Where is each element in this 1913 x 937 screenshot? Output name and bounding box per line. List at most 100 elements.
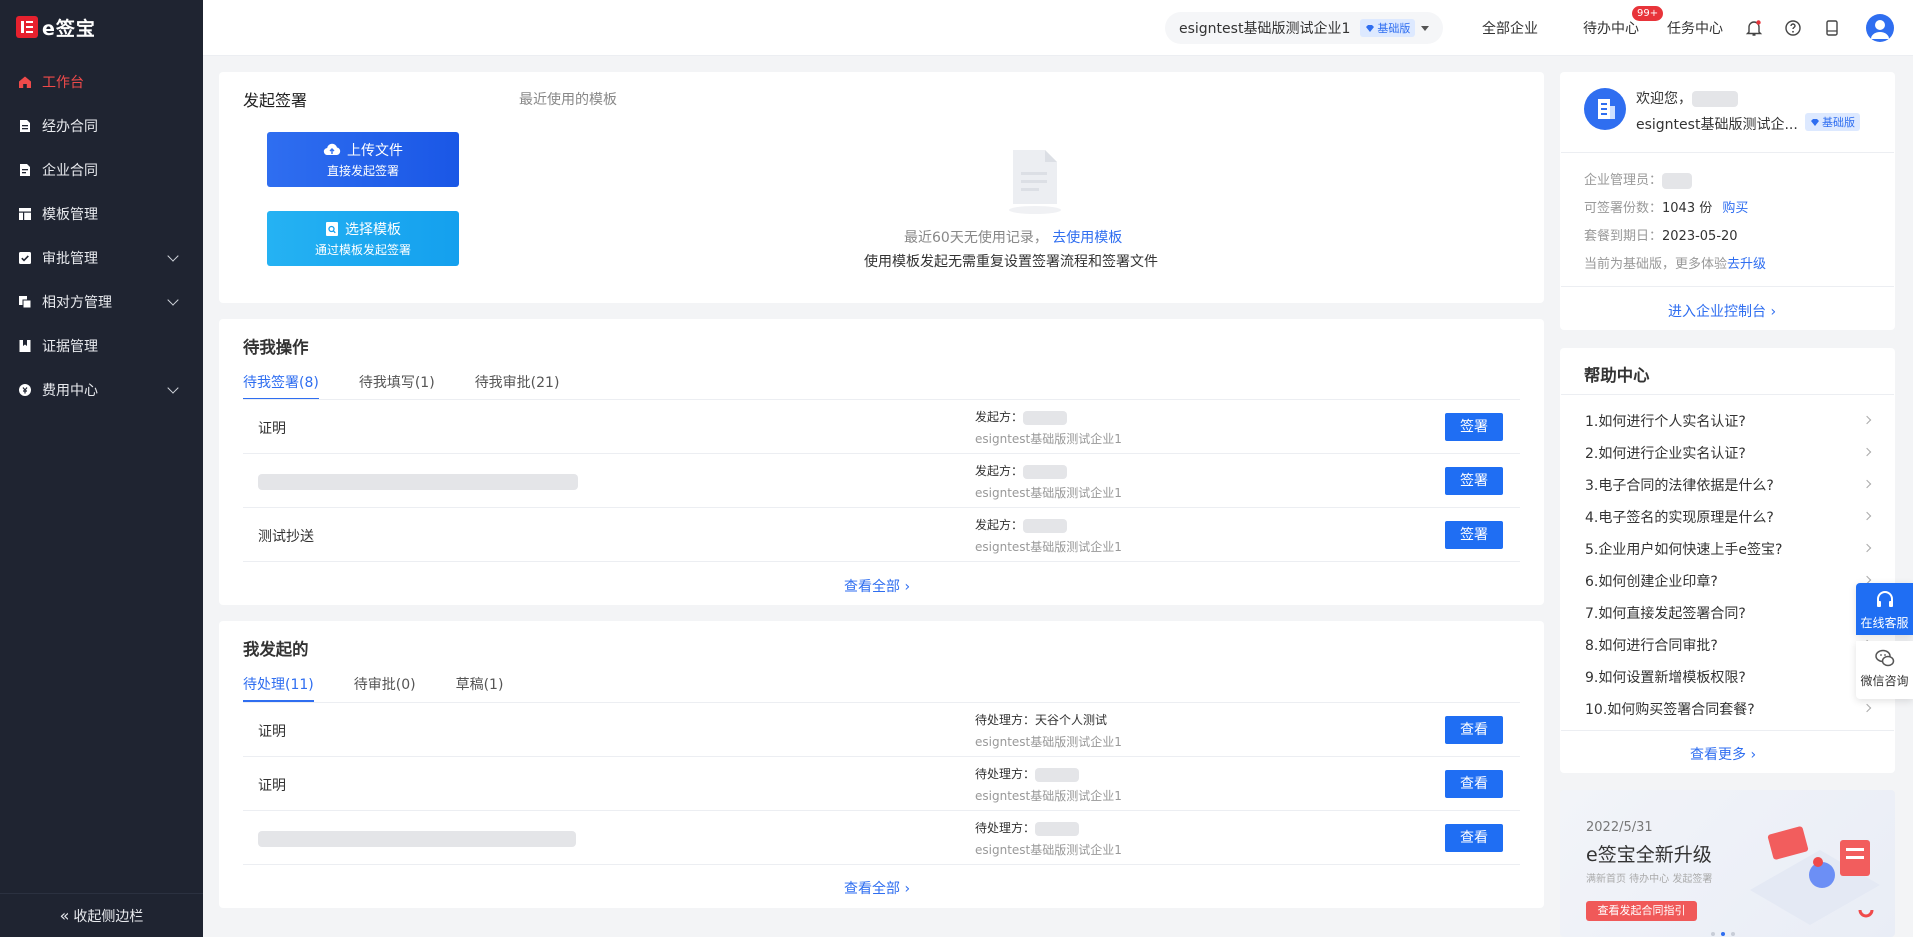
table-row[interactable]: 测试抄送 发起方： esigntest基础版测试企业1 签署 xyxy=(243,507,1520,561)
view-button[interactable]: 查看 xyxy=(1445,716,1503,744)
initiated-tabs: 待处理(11) 待审批(0) 草稿(1) xyxy=(243,674,543,702)
tablet-icon[interactable] xyxy=(1823,19,1841,37)
help-item[interactable]: 4.电子签名的实现原理是什么? xyxy=(1585,507,1872,527)
diamond-icon xyxy=(1366,24,1375,32)
sidebar-item-label: 模板管理 xyxy=(42,207,98,223)
chevron-right-icon xyxy=(1862,479,1872,489)
wechat-consult-button[interactable]: 微信咨询 xyxy=(1856,641,1913,699)
todo-center-link[interactable]: 待办中心 xyxy=(1583,18,1639,38)
pending-party-label: 待处理方： xyxy=(975,765,1080,782)
carousel-dot-active[interactable] xyxy=(1721,932,1725,936)
empty-hint: 使用模板发起无需重复设置签署流程和签署文件 xyxy=(864,254,1158,270)
sidebar-item-approvals[interactable]: 审批管理 xyxy=(0,236,203,280)
buy-link[interactable]: 购买 xyxy=(1722,201,1748,216)
bell-icon[interactable] xyxy=(1745,19,1763,37)
enterprise-avatar xyxy=(1584,88,1626,130)
help-icon[interactable] xyxy=(1784,19,1802,37)
expire-label: 套餐到期日： xyxy=(1584,229,1663,244)
collapse-sidebar-label: 收起侧边栏 xyxy=(73,908,144,925)
banner-guide-button[interactable]: 查看发起合同指引 xyxy=(1586,901,1697,921)
help-title: 帮助中心 xyxy=(1584,366,1650,385)
collapse-sidebar-button[interactable]: « 收起侧边栏 xyxy=(0,893,203,937)
tab-to-sign[interactable]: 待我签署(8) xyxy=(243,372,319,400)
org-switcher[interactable]: esigntest基础版测试企业1 基础版 xyxy=(1165,12,1443,44)
choose-template-button[interactable]: 选择模板 通过模板发起签署 xyxy=(267,211,459,266)
table-row[interactable]: 待处理方： esigntest基础版测试企业1 查看 xyxy=(243,810,1520,864)
help-item[interactable]: 7.如何直接发起签署合同? xyxy=(1585,603,1872,623)
template-search-icon xyxy=(326,222,338,236)
help-item-label: 1.如何进行个人实名认证? xyxy=(1585,414,1746,430)
sign-button[interactable]: 签署 xyxy=(1445,413,1503,441)
divider xyxy=(1561,730,1894,731)
user-avatar[interactable] xyxy=(1866,14,1894,42)
logo[interactable]: e签宝 xyxy=(16,14,96,40)
initiated-view-all-link[interactable]: 查看全部 › xyxy=(844,878,910,898)
table-row[interactable]: 证明 待处理方： esigntest基础版测试企业1 查看 xyxy=(243,756,1520,810)
initiator-label: 发起方： xyxy=(975,408,1068,425)
tab-to-process[interactable]: 待处理(11) xyxy=(243,674,314,702)
use-template-link[interactable]: 去使用模板 xyxy=(1052,230,1122,246)
help-more-link[interactable]: 查看更多 › xyxy=(1690,744,1756,764)
sidebar-item-workbench[interactable]: 工作台 xyxy=(0,60,203,104)
sign-button[interactable]: 签署 xyxy=(1445,467,1503,495)
enterprise-console-link[interactable]: 进入企业控制台 › xyxy=(1668,301,1776,321)
chevron-right-icon xyxy=(1862,415,1872,425)
sidebar-item-billing[interactable]: 费用中心 xyxy=(0,368,203,412)
table-row[interactable]: 证明 待处理方：天谷个人测试 esigntest基础版测试企业1 查看 xyxy=(243,702,1520,756)
coin-icon xyxy=(19,384,31,396)
document-icon xyxy=(20,164,30,176)
help-item[interactable]: 10.如何购买签署合同套餐? xyxy=(1585,699,1872,719)
logo-icon xyxy=(16,16,38,38)
online-service-button[interactable]: 在线客服 xyxy=(1856,583,1913,635)
banner-date: 2022/5/31 xyxy=(1586,820,1653,835)
admin-line: 企业管理员： xyxy=(1584,169,1693,189)
expire-line: 套餐到期日：2023-05-20 xyxy=(1584,225,1738,244)
sidebar-item-evidence[interactable]: 证据管理 xyxy=(0,324,203,368)
tab-drafts[interactable]: 草稿(1) xyxy=(456,674,504,702)
help-item[interactable]: 8.如何进行合同审批? xyxy=(1585,635,1872,655)
carousel-dot[interactable] xyxy=(1731,932,1735,936)
table-row[interactable]: 证明 发起方： esigntest基础版测试企业1 签署 xyxy=(243,399,1520,453)
promo-illustration-icon xyxy=(1750,826,1880,925)
chevron-right-icon xyxy=(1862,703,1872,713)
pending-view-all-link[interactable]: 查看全部 › xyxy=(844,576,910,596)
divider xyxy=(1561,152,1894,153)
sidebar-item-label: 企业合同 xyxy=(42,163,98,179)
tab-to-approve[interactable]: 待我审批(21) xyxy=(475,372,560,400)
view-button[interactable]: 查看 xyxy=(1445,770,1503,798)
help-item[interactable]: 3.电子合同的法律依据是什么? xyxy=(1585,475,1872,495)
initiator-label: 发起方： xyxy=(975,516,1068,533)
chevron-down-icon xyxy=(167,294,179,306)
sidebar-nav: 工作台 经办合同 企业合同 模板管理 审批管理 相对方管理 证据管理 费用中心 xyxy=(0,60,203,412)
upload-file-title: 上传文件 xyxy=(347,143,403,159)
headset-icon xyxy=(1876,591,1893,607)
initiator-org: esigntest基础版测试企业1 xyxy=(975,432,1122,446)
contract-name: 证明 xyxy=(258,778,286,794)
sign-button[interactable]: 签署 xyxy=(1445,521,1503,549)
pending-tabs: 待我签署(8) 待我填写(1) 待我审批(21) xyxy=(243,372,599,400)
help-item[interactable]: 5.企业用户如何快速上手e签宝? xyxy=(1585,539,1872,559)
view-button[interactable]: 查看 xyxy=(1445,824,1503,852)
table-row[interactable]: 发起方： esigntest基础版测试企业1 签署 xyxy=(243,453,1520,507)
help-item[interactable]: 1.如何进行个人实名认证? xyxy=(1585,411,1872,431)
tab-pending-approval[interactable]: 待审批(0) xyxy=(354,674,416,702)
carousel-dot[interactable] xyxy=(1711,932,1715,936)
upgrade-banner[interactable]: 2022/5/31 e签宝全新升级 满新首页 待办中心 发起签署 查看发起合同指… xyxy=(1560,790,1895,937)
carousel-dots xyxy=(1711,932,1735,936)
sidebar-item-counterparties[interactable]: 相对方管理 xyxy=(0,280,203,324)
sidebar-item-enterprise-contracts[interactable]: 企业合同 xyxy=(0,148,203,192)
upload-file-button[interactable]: 上传文件 直接发起签署 xyxy=(267,132,459,187)
upgrade-link[interactable]: 去升级 xyxy=(1727,257,1766,272)
help-item[interactable]: 6.如何创建企业印章? xyxy=(1585,571,1872,591)
contract-name-redacted xyxy=(258,831,576,847)
help-item[interactable]: 9.如何设置新增模板权限? xyxy=(1585,667,1872,687)
sidebar-item-templates[interactable]: 模板管理 xyxy=(0,192,203,236)
tab-to-fill[interactable]: 待我填写(1) xyxy=(359,372,435,400)
pending-party-org: esigntest基础版测试企业1 xyxy=(975,735,1122,749)
task-center-link[interactable]: 任务中心 xyxy=(1667,18,1723,38)
all-enterprises-link[interactable]: 全部企业 xyxy=(1482,18,1538,38)
chevron-right-icon: › xyxy=(904,881,911,897)
sidebar-item-handled-contracts[interactable]: 经办合同 xyxy=(0,104,203,148)
expire-value: 2023-05-20 xyxy=(1662,229,1738,244)
help-item[interactable]: 2.如何进行企业实名认证? xyxy=(1585,443,1872,463)
